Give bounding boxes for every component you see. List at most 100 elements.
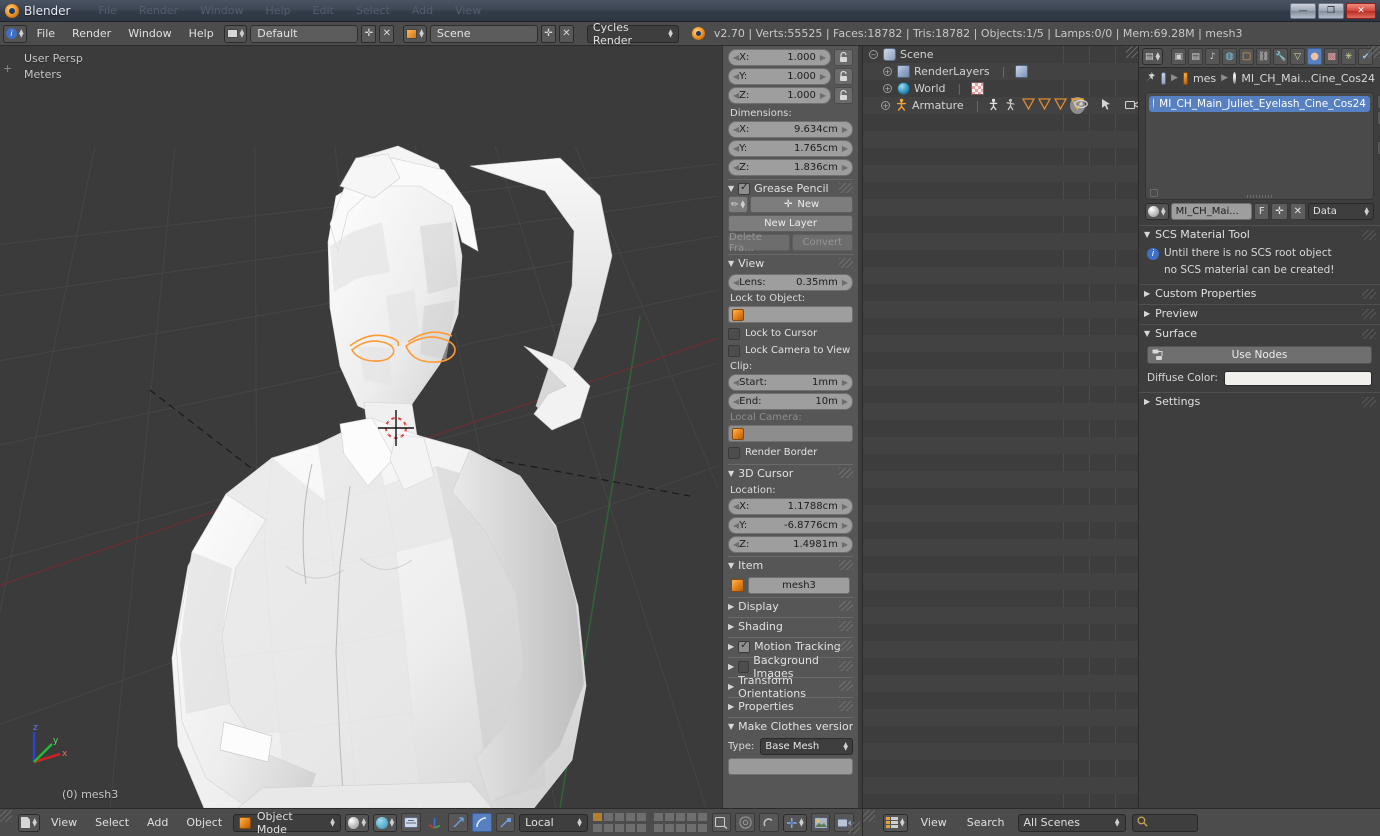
diffuse-color-swatch[interactable] <box>1223 370 1372 386</box>
area-corner-handle[interactable] <box>863 810 875 822</box>
menu-window[interactable]: Window <box>121 25 178 43</box>
layer-cell[interactable] <box>652 812 664 822</box>
snap-element-select[interactable]: ▲ ▼ <box>782 813 807 832</box>
interaction-mode-select[interactable]: Object Mode ▲ ▼ <box>233 810 341 836</box>
properties-tab-particles[interactable]: ✳ <box>1341 48 1357 65</box>
layer-cell[interactable] <box>635 823 647 833</box>
layer-cell[interactable] <box>591 823 603 833</box>
item-object-name-field[interactable]: mesh3 <box>748 577 850 594</box>
viewport-shading-select[interactable]: ▲ ▼ <box>344 813 370 832</box>
use-nodes-button[interactable]: Use Nodes <box>1147 346 1372 364</box>
breadcrumb-material[interactable]: MI_CH_Mai...Cine_Cos24 <box>1241 72 1375 85</box>
outliner-display-mode-select[interactable]: All Scenes ▲ ▼ <box>1017 813 1126 832</box>
grease-pencil-new-button[interactable]: ✛ New <box>750 196 853 213</box>
unlink-material-button[interactable]: ✕ <box>1289 203 1306 220</box>
cursor-x-field[interactable]: ◀ X: 1.1788cm ▶ <box>728 498 853 515</box>
manipulator-translate-icon[interactable] <box>448 813 469 832</box>
make-clothes-type-select[interactable]: Base Mesh ▲ ▼ <box>760 738 853 755</box>
new-layer-button[interactable]: New Layer <box>728 215 853 232</box>
properties-tab-object[interactable]: ▢ <box>1239 48 1255 65</box>
cursor-z-field[interactable]: ◀ Z: 1.4981m ▶ <box>728 536 853 553</box>
panel-header-3d-cursor[interactable]: ▼ 3D Cursor <box>728 464 853 481</box>
layer-cell[interactable] <box>624 823 636 833</box>
layer-cell[interactable] <box>591 812 603 822</box>
increment-arrow-icon[interactable]: ▶ <box>842 540 848 549</box>
opengl-render-animation-icon[interactable] <box>834 813 854 832</box>
3d-viewport[interactable]: User Persp Meters + (0) mesh3 z y x <box>0 46 718 808</box>
layer-cell[interactable] <box>674 812 686 822</box>
increment-arrow-icon[interactable]: ▶ <box>820 72 826 81</box>
scale-y-field[interactable]: ◀ Y: 1.000 ▶ <box>728 68 831 85</box>
expander-icon[interactable]: + <box>883 67 892 76</box>
properties-tab-texture[interactable]: ▩ <box>1324 48 1340 65</box>
lock-scale-z-icon[interactable] <box>834 87 853 104</box>
layer-cell[interactable] <box>685 812 697 822</box>
panel-header-make-clothes[interactable]: ▼ Make Clothes version 0.9 <box>728 717 853 734</box>
snap-magnet-icon[interactable] <box>758 813 779 832</box>
manipulator-rotate-icon[interactable] <box>472 813 492 832</box>
properties-tab-material[interactable]: ● <box>1307 48 1323 65</box>
editor-type-info-icon[interactable]: i ▲ ▼ <box>3 24 27 43</box>
world-texture-icon[interactable] <box>971 82 985 95</box>
outliner-menu-view[interactable]: View <box>914 814 954 832</box>
menu-help[interactable]: Help <box>182 25 221 43</box>
dimension-y-field[interactable]: ◀ Y: 1.765cm ▶ <box>728 140 853 157</box>
layer-cell[interactable] <box>613 812 625 822</box>
expander-icon[interactable]: − <box>869 50 878 59</box>
scale-x-field[interactable]: ◀ X: 1.000 ▶ <box>728 49 831 66</box>
screen-layout-field[interactable]: Default <box>250 24 359 43</box>
render-border-row[interactable]: Render Border <box>728 444 853 461</box>
layer-cell[interactable] <box>696 823 708 833</box>
lock-scale-y-icon[interactable] <box>834 68 853 85</box>
properties-tab-data[interactable]: ▽ <box>1290 48 1306 65</box>
close-button[interactable]: ✕ <box>1346 3 1376 19</box>
scene-browse-icon[interactable]: ▲ ▼ <box>403 24 427 43</box>
pose-icon[interactable] <box>1004 98 1017 114</box>
properties-tab-modifiers[interactable]: 🔧 <box>1273 48 1289 65</box>
properties-editor[interactable]: ▤ ▲ ▼ ▣ ▤ ♪ ◍ ▢ ⛓ 🔧 ▽ ● ▩ ✳ ✔ ▶ mes ▶ MI… <box>1138 46 1380 808</box>
lock-camera-to-view-row[interactable]: Lock Camera to View <box>728 342 853 359</box>
panel-header-properties[interactable]: ▶ Properties <box>728 697 853 714</box>
increment-arrow-icon[interactable]: ▶ <box>842 397 848 406</box>
delete-screen-layout-button[interactable]: ✕ <box>379 24 395 43</box>
delete-frame-button[interactable]: Delete Fra... <box>728 232 790 254</box>
layer-cell[interactable] <box>602 823 614 833</box>
cursor-y-field[interactable]: ◀ Y: -6.8776cm ▶ <box>728 517 853 534</box>
lens-field[interactable]: ◀ Lens: 0.35mm ▶ <box>728 274 853 291</box>
outliner-row-world[interactable]: + World | <box>863 80 1138 97</box>
panel-header-custom-properties[interactable]: ▶ Custom Properties <box>1139 284 1380 302</box>
increment-arrow-icon[interactable]: ▶ <box>820 91 826 100</box>
delete-scene-button[interactable]: ✕ <box>558 24 574 43</box>
panel-header-item[interactable]: ▼ Item <box>728 556 853 573</box>
lock-object-modes-icon[interactable] <box>711 813 732 832</box>
outliner-menu-search[interactable]: Search <box>960 814 1012 832</box>
editor-type-outliner-icon[interactable]: ▲ ▼ <box>883 813 908 832</box>
dimension-x-field[interactable]: ◀ X: 9.634cm ▶ <box>728 121 853 138</box>
editor-type-3dview-icon[interactable]: ▲ ▼ <box>17 813 40 832</box>
manipulator-scale-icon[interactable] <box>495 813 516 832</box>
increment-arrow-icon[interactable]: ▶ <box>842 378 848 387</box>
mesh-child-1-icon[interactable] <box>1022 98 1036 113</box>
grease-pencil-checkbox[interactable] <box>738 182 751 195</box>
outliner-row-scene[interactable]: − Scene <box>863 46 1138 63</box>
new-material-button[interactable]: ✛ <box>1271 203 1288 220</box>
material-slot-list[interactable]: MI_CH_Main_Juliet_Eyelash_Cine_Cos24 ✛ ▬… <box>1145 92 1380 200</box>
layer-cell[interactable] <box>674 823 686 833</box>
viewport-menu-select[interactable]: Select <box>88 814 136 832</box>
panel-header-grease-pencil[interactable]: ▼ Grease Pencil <box>728 179 853 196</box>
armature-data-icon[interactable] <box>987 98 1000 114</box>
scale-z-field[interactable]: ◀ Z: 1.000 ▶ <box>728 87 831 104</box>
panel-header-surface[interactable]: ▼ Surface <box>1139 324 1380 342</box>
panel-header-view[interactable]: ▼ View <box>728 254 853 271</box>
editor-type-properties-icon[interactable]: ▤ ▲ ▼ <box>1142 48 1164 65</box>
outliner-search-input[interactable] <box>1131 813 1198 832</box>
motion-tracking-checkbox[interactable] <box>738 640 751 653</box>
panel-header-preview[interactable]: ▶ Preview <box>1139 304 1380 322</box>
list-resize-grip-icon[interactable] <box>1246 195 1273 198</box>
viewport-properties-sidebar[interactable]: ◀ X: 1.000 ▶ ◀ Y: 1.000 ▶ ◀ Z: 1.000 ▶ D… <box>722 46 858 808</box>
outliner-row-renderlayers[interactable]: + RenderLayers | <box>863 63 1138 80</box>
renderlayer-data-icon[interactable] <box>1015 65 1029 78</box>
toggle-render-preview-icon[interactable] <box>401 813 421 832</box>
layer-block-top-left[interactable] <box>591 812 647 833</box>
lock-to-cursor-checkbox[interactable] <box>728 327 740 340</box>
